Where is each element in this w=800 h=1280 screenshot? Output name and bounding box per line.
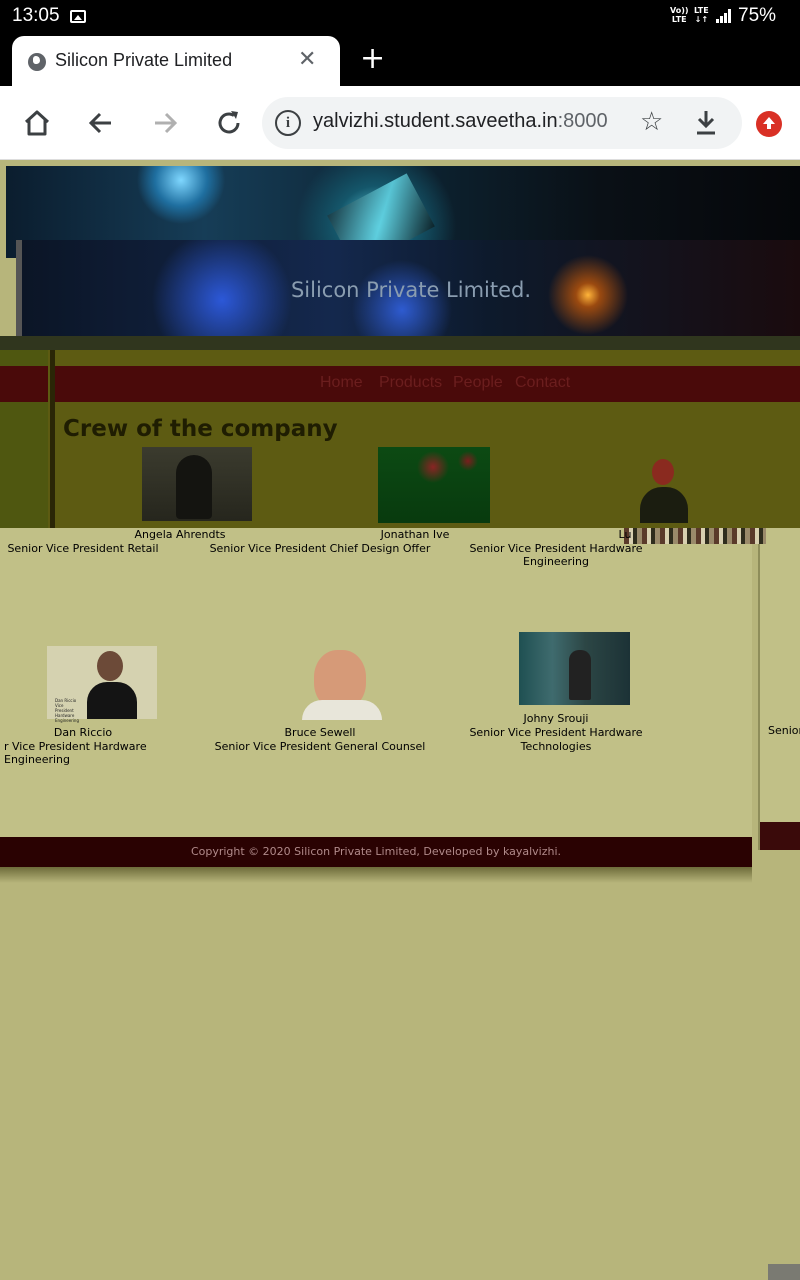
new-tab-button[interactable]: + (360, 42, 385, 76)
site-info-icon[interactable]: i (275, 110, 301, 136)
crew-role-partial: Senior (768, 724, 800, 737)
url-host: yalvizhi.student.saveetha.in (313, 110, 558, 132)
nav-home[interactable]: Home (320, 374, 363, 392)
photo-bruce-sewell (284, 646, 394, 720)
web-page: Silicon Private Limited. Home Products P… (0, 161, 800, 1280)
nav-people[interactable]: People (453, 374, 503, 392)
home-icon[interactable] (22, 108, 52, 138)
footer: Copyright © 2020 Silicon Private Limited… (0, 837, 752, 867)
photo-johny-srouji (519, 632, 630, 705)
reload-icon[interactable] (214, 108, 244, 138)
status-bar: 13:05 Vo)) LTE LTE ↓↑ 75% (0, 0, 800, 34)
crew-role-continued: Technologies (520, 740, 592, 753)
photo-dan-riccio: Dan Riccio Vice President Hardware Engin… (47, 646, 157, 723)
left-column-band (0, 366, 48, 402)
crew-role: Senior Vice President Hardware Engineeri… (469, 542, 643, 568)
tab-strip: Silicon Private Limited ✕ + (0, 34, 800, 86)
globe-icon (28, 53, 46, 71)
crew-name: Dan Riccio (53, 726, 113, 739)
photo-caption: Dan Riccio Vice President Hardware Engin… (55, 698, 79, 723)
battery-level: 75% (738, 5, 777, 26)
lte-arrows: ↓↑ (694, 15, 709, 24)
photo-angela-ahrendts (142, 447, 252, 521)
crew-name: Bruce Sewell (284, 726, 356, 739)
crew-name: Lu (618, 528, 632, 541)
scroll-corner (768, 1264, 800, 1280)
browser-toolbar: i yalvizhi.student.saveetha.in:8000 ☆ (0, 86, 800, 160)
site-title: Silicon Private Limited. (290, 278, 532, 302)
crew-role: Senior Vice President Retail (7, 542, 159, 555)
right-panel-strip (760, 822, 800, 850)
left-column (0, 350, 48, 540)
image-notification-icon (70, 10, 86, 23)
download-icon[interactable] (694, 109, 718, 137)
crew-role: Senior Vice President Chief Design Offer (209, 542, 431, 555)
update-icon[interactable] (756, 111, 782, 137)
crew-role: r Vice President Hardware Engineering (4, 740, 147, 766)
tab-title: Silicon Private Limited (55, 50, 233, 70)
title-banner: Silicon Private Limited. (16, 240, 800, 336)
crew-role: Senior Vice President General Counsel (214, 740, 426, 753)
close-tab-icon[interactable]: ✕ (298, 47, 316, 72)
address-bar[interactable]: i yalvizhi.student.saveetha.in:8000 ☆ (262, 97, 742, 149)
crew-name: Johny Srouji (523, 712, 589, 725)
dark-strip (0, 336, 800, 350)
lte-label: LTE (694, 6, 709, 15)
signal-icon (716, 9, 732, 23)
forward-icon[interactable] (150, 108, 180, 138)
browser-tab[interactable]: Silicon Private Limited ✕ (12, 36, 340, 86)
url-port: :8000 (557, 110, 608, 132)
volte-icon: Vo)) LTE (670, 6, 689, 24)
volte-label: Vo)) (670, 6, 689, 15)
right-panel (758, 528, 800, 850)
crew-role: Senior Vice President Hardware (469, 726, 643, 739)
lte-icon: LTE ↓↑ (694, 6, 709, 24)
photo-jonathan-ive (378, 447, 490, 523)
section-title: Crew of the company (63, 416, 338, 442)
volte-sub-label: LTE (671, 15, 687, 24)
nav-contact[interactable]: Contact (515, 374, 570, 392)
nav-bar: Home Products People Contact (55, 366, 800, 402)
status-time: 13:05 (12, 5, 60, 26)
url-text[interactable]: yalvizhi.student.saveetha.in:8000 (313, 110, 608, 133)
crew-name: Jonathan Ive (380, 528, 450, 541)
photo-third-member (640, 457, 700, 523)
nav-products[interactable]: Products (379, 374, 442, 392)
bookmark-star-icon[interactable]: ☆ (640, 107, 663, 137)
footer-shadow (0, 867, 752, 883)
back-icon[interactable] (86, 108, 116, 138)
crew-name: Angela Ahrendts (134, 528, 226, 541)
